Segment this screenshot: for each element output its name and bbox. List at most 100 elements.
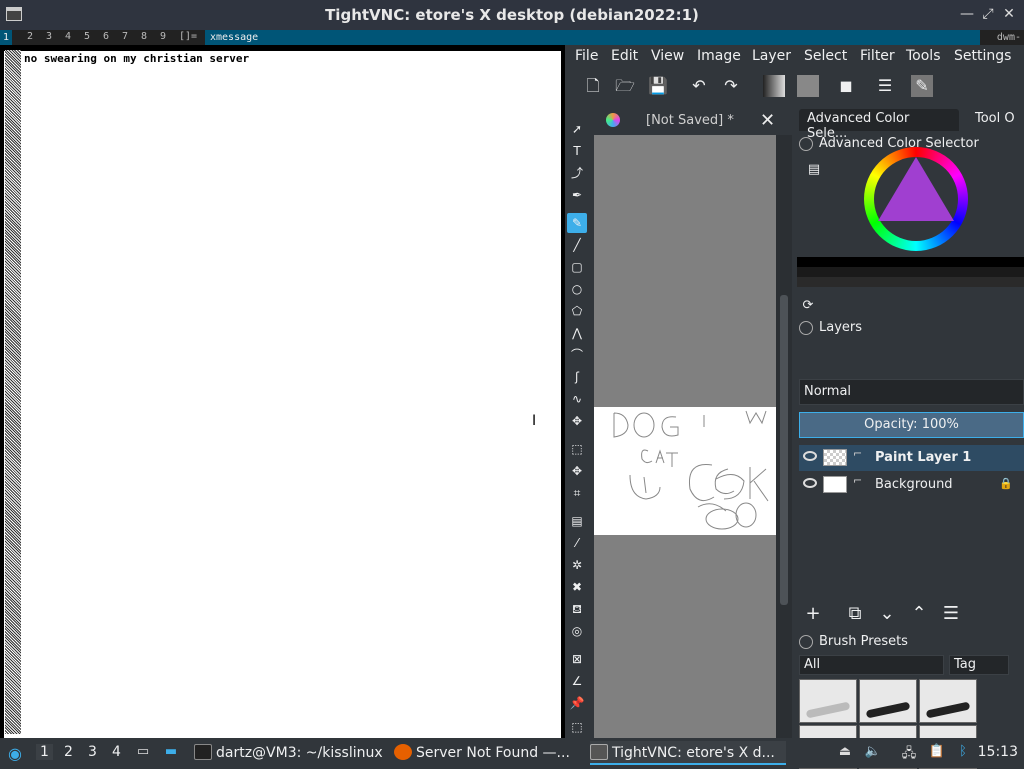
menu-image[interactable]: Image: [697, 48, 741, 64]
workspace-4[interactable]: 4: [112, 744, 121, 760]
canvas[interactable]: [594, 135, 776, 740]
menu-layer[interactable]: Layer: [752, 48, 791, 64]
file-manager-icon[interactable]: ▭: [134, 744, 152, 760]
notifications-icon[interactable]: ⏏: [836, 744, 854, 760]
add-layer-icon[interactable]: +: [801, 602, 825, 626]
rectangle-tool-icon[interactable]: ▢: [567, 257, 587, 277]
desktop-icon[interactable]: ▬: [162, 744, 180, 760]
tab-advanced-color-selector[interactable]: Advanced Color Sele...: [799, 109, 959, 141]
polyline-tool-icon[interactable]: ⋀: [567, 323, 587, 343]
bezier-tool-icon[interactable]: ⌒: [567, 345, 587, 365]
colorize-mask-icon[interactable]: ✖: [567, 577, 587, 597]
layer-properties-icon[interactable]: ☰: [939, 602, 963, 626]
blend-mode-select[interactable]: Normal: [799, 379, 1024, 405]
enclose-fill-icon[interactable]: ◎: [567, 621, 587, 641]
rect-select-icon[interactable]: ⬚: [567, 717, 587, 737]
menu-file[interactable]: File: [575, 48, 598, 64]
fill-tool-icon[interactable]: ⛾: [567, 599, 587, 619]
menu-view[interactable]: View: [651, 48, 684, 64]
color-picker-icon[interactable]: ⁄: [567, 533, 587, 553]
reference-tool-icon[interactable]: 📌: [567, 693, 587, 713]
menu-settings[interactable]: Settings: [954, 48, 1011, 64]
volume-icon[interactable]: 🔈: [864, 744, 882, 760]
select-shapes-icon[interactable]: ➚: [567, 119, 587, 139]
visibility-eye-icon[interactable]: [803, 478, 817, 488]
dwm-layout-symbol[interactable]: []=: [179, 31, 197, 42]
menu-select[interactable]: Select: [804, 48, 847, 64]
smart-patch-icon[interactable]: ✲: [567, 555, 587, 575]
calligraphy-icon[interactable]: ✒: [567, 185, 587, 205]
dwm-tag-1[interactable]: 1: [0, 30, 13, 45]
color-triangle[interactable]: [878, 157, 954, 221]
gradient-icon[interactable]: [763, 75, 785, 97]
color-shade-strip[interactable]: [797, 257, 1024, 287]
crop-tool-icon[interactable]: ⌗: [567, 483, 587, 503]
dynamic-brush-icon[interactable]: ∿: [567, 389, 587, 409]
brush-preset[interactable]: [919, 679, 977, 723]
move-layer-down-icon[interactable]: ⌄: [875, 602, 899, 626]
xmessage-scrollbar[interactable]: [5, 50, 21, 734]
close-document-icon[interactable]: ✕: [760, 110, 775, 131]
dwm-tag-8[interactable]: 8: [141, 31, 147, 42]
save-icon[interactable]: 💾: [647, 75, 669, 97]
layer-row[interactable]: ⌐ Paint Layer 1: [799, 445, 1024, 471]
new-document-icon[interactable]: 🗋: [582, 75, 604, 97]
document-tab[interactable]: [Not Saved] * ✕: [594, 107, 792, 135]
redo-icon[interactable]: ↷: [720, 75, 742, 97]
move-layer-up-icon[interactable]: ⌃: [907, 602, 931, 626]
paper[interactable]: [594, 407, 776, 535]
canvas-vertical-scrollbar[interactable]: [776, 135, 792, 740]
task-firefox[interactable]: Server Not Found —...: [394, 741, 584, 765]
refresh-icon[interactable]: ⟳: [797, 295, 819, 317]
gradient-tool-icon[interactable]: ▤: [567, 511, 587, 531]
minimize-button[interactable]: —: [958, 4, 976, 24]
layer-row[interactable]: ⌐ Background 🔒: [799, 472, 1024, 498]
workspace-3[interactable]: 3: [88, 744, 97, 760]
layer-lock-icon[interactable]: 🔒: [999, 477, 1013, 490]
brush-preset[interactable]: [799, 679, 857, 723]
scrollbar-thumb[interactable]: [780, 295, 788, 605]
docker-lock-icon[interactable]: [799, 635, 813, 649]
vnc-window-titlebar[interactable]: TightVNC: etore's X desktop (debian2022:…: [0, 0, 1024, 30]
dwm-tag-7[interactable]: 7: [122, 31, 128, 42]
undo-icon[interactable]: ↶: [688, 75, 710, 97]
polygon-tool-icon[interactable]: ⬠: [567, 301, 587, 321]
transform-tool-icon[interactable]: ⬚: [567, 439, 587, 459]
assistant-tool-icon[interactable]: ⊠: [567, 649, 587, 669]
bluetooth-icon[interactable]: ᛒ: [954, 744, 972, 760]
workspace-1[interactable]: 1: [36, 744, 53, 760]
pattern-icon[interactable]: [797, 75, 819, 97]
freehand-path-icon[interactable]: ʃ: [567, 367, 587, 387]
measure-tool-icon[interactable]: ∠: [567, 671, 587, 691]
edit-shapes-icon[interactable]: ⤴: [567, 163, 587, 183]
visibility-eye-icon[interactable]: [803, 451, 817, 461]
brush-preset-icon[interactable]: ✎: [911, 75, 933, 97]
close-button[interactable]: ✕: [1000, 4, 1018, 24]
docker-lock-icon[interactable]: [799, 321, 813, 335]
dwm-tag-9[interactable]: 9: [160, 31, 166, 42]
fg-bg-color-icon[interactable]: ◼: [835, 75, 857, 97]
tag-button[interactable]: Tag: [949, 655, 1009, 675]
dwm-tag-5[interactable]: 5: [84, 31, 90, 42]
clock[interactable]: 15:13: [978, 744, 1018, 760]
open-folder-icon[interactable]: 🗁: [614, 75, 636, 97]
menu-filter[interactable]: Filter: [860, 48, 895, 64]
menu-tools[interactable]: Tools: [906, 48, 941, 64]
hsv-color-wheel[interactable]: [864, 147, 968, 251]
maximize-button[interactable]: ⤢: [979, 4, 997, 24]
duplicate-layer-icon[interactable]: ⧉: [843, 602, 867, 626]
menu-edit[interactable]: Edit: [611, 48, 638, 64]
docker-lock-icon[interactable]: [799, 137, 813, 151]
task-tightvnc[interactable]: TightVNC: etore's X d...: [590, 741, 786, 765]
brush-tag-select[interactable]: All: [799, 655, 944, 675]
dwm-tag-6[interactable]: 6: [103, 31, 109, 42]
opacity-slider[interactable]: Opacity: 100%: [799, 412, 1024, 438]
workspace-2[interactable]: 2: [64, 744, 73, 760]
task-terminal[interactable]: dartz@VM3: ~/kisslinux: [194, 741, 384, 765]
dwm-tag-3[interactable]: 3: [46, 31, 52, 42]
multibrush-icon[interactable]: ✥: [567, 411, 587, 431]
brush-settings-icon[interactable]: ☰: [874, 75, 896, 97]
move-tool-icon[interactable]: ✥: [567, 461, 587, 481]
clipboard-icon[interactable]: 📋: [928, 744, 946, 760]
freehand-brush-icon[interactable]: ✎: [567, 213, 587, 233]
